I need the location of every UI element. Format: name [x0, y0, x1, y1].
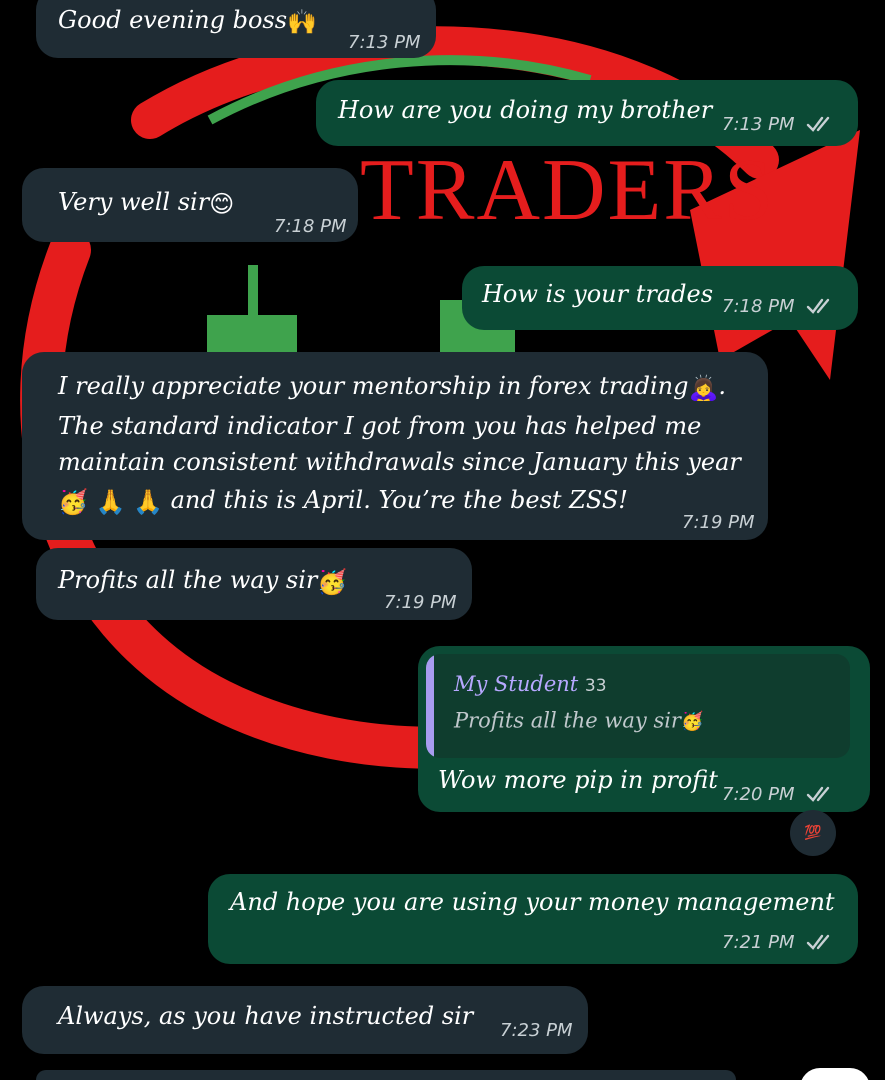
message-text: Very well sir	[58, 188, 210, 216]
next-message-bubble-partial[interactable]	[36, 1070, 736, 1080]
message-text: Wow more pip in profit	[438, 766, 718, 794]
message-bubble[interactable]: My Student 33 Profits all the way sir🥳 W…	[418, 646, 870, 812]
raising-hands-emoji-icon: 🙌	[287, 7, 317, 36]
wallpaper-candle-1	[207, 315, 297, 355]
message-bubble[interactable]: How is your trades 7:18 PM	[462, 266, 858, 330]
chat-screen: TRADERS Good evening boss🙌 7:13 PM How a…	[0, 0, 885, 1080]
message-time: 7:20 PM	[722, 784, 795, 805]
message-text-line: and this is April. You’re the best ZSS!	[170, 486, 628, 514]
message-text: How is your trades	[482, 280, 714, 308]
hundred-points-reaction-icon[interactable]: 💯	[790, 810, 836, 856]
quote-author-name: My Student	[454, 672, 579, 696]
message-bubble[interactable]: Always, as you have instructed sir 7:23 …	[22, 986, 588, 1054]
message-bubble[interactable]: And hope you are using your money manage…	[208, 874, 858, 964]
quote-text: Profits all the way sir	[454, 708, 681, 733]
message-bubble[interactable]: Very well sir😊 7:18 PM	[22, 168, 358, 242]
message-text: Profits all the way sir	[58, 566, 318, 594]
quote-accent-bar	[426, 654, 434, 758]
message-text-line: I really appreciate your mentorship in f…	[58, 372, 689, 400]
smiling-face-emoji-icon: 😊	[209, 189, 235, 218]
quote-author-number: 33	[584, 676, 607, 696]
message-bubble[interactable]: I really appreciate your mentorship in f…	[22, 352, 768, 540]
partying-face-emoji-icon: 🥳	[680, 711, 704, 732]
partying-face-emoji-icon: 🥳	[317, 567, 348, 596]
message-time: 7:19 PM	[682, 512, 755, 533]
message-time: 7:13 PM	[348, 32, 421, 53]
double-check-icon	[806, 298, 830, 314]
message-text: How are you doing my brother	[338, 96, 713, 124]
message-text: Good evening boss	[58, 6, 288, 34]
scroll-to-bottom-button[interactable]	[800, 1068, 870, 1080]
message-bubble[interactable]: How are you doing my brother 7:13 PM	[316, 80, 858, 146]
message-time: 7:13 PM	[722, 114, 795, 135]
message-time: 7:23 PM	[500, 1020, 573, 1041]
double-check-icon	[806, 116, 830, 132]
message-bubble[interactable]: Profits all the way sir🥳 7:19 PM	[36, 548, 472, 620]
wallpaper-brand-text: TRADERS	[360, 142, 775, 239]
message-text: Always, as you have instructed sir	[58, 1002, 474, 1030]
message-time: 7:21 PM	[722, 932, 795, 953]
quoted-message[interactable]: My Student 33 Profits all the way sir🥳	[426, 654, 850, 758]
message-time: 7:18 PM	[722, 296, 795, 317]
message-text-line: maintain consistent withdrawals since Ja…	[58, 448, 741, 476]
message-time: 7:18 PM	[274, 216, 347, 237]
message-text: And hope you are using your money manage…	[230, 888, 835, 916]
bowing-woman-emoji-icon: 🙇‍♀️	[688, 373, 719, 402]
folded-hands-emoji-icon: 🙏	[133, 487, 163, 516]
partying-face-emoji-icon: 🥳	[58, 487, 88, 516]
message-bubble[interactable]: Good evening boss🙌 7:13 PM	[36, 0, 436, 58]
message-time: 7:19 PM	[384, 592, 457, 613]
folded-hands-emoji-icon: 🙏	[95, 487, 126, 516]
wallpaper-candle-1-wick	[248, 265, 258, 320]
double-check-icon	[806, 934, 830, 950]
double-check-icon	[806, 786, 830, 802]
message-text-line: The standard indicator I got from you ha…	[58, 412, 702, 440]
